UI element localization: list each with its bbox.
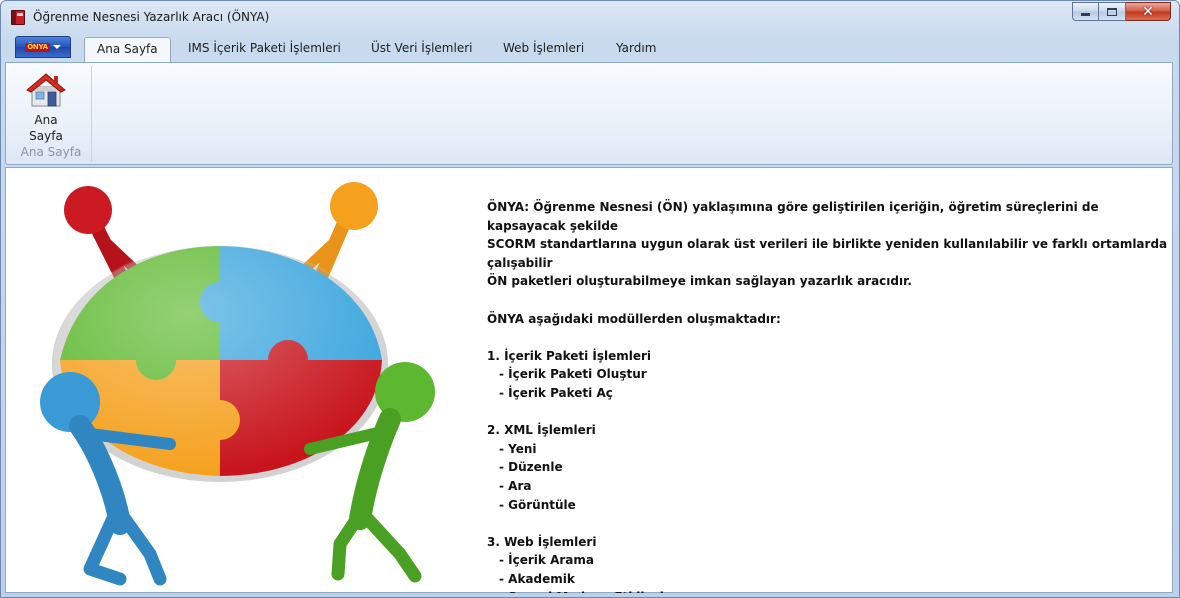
module-title: 3. Web İşlemleri — [487, 534, 597, 549]
module-item: - İçerik Arama — [499, 553, 594, 568]
intro-line-3: ÖN paketleri oluşturabilmeye imkan sağla… — [487, 274, 912, 289]
maximize-button[interactable] — [1099, 2, 1126, 21]
module-item: - Yeni — [499, 441, 537, 456]
window-controls: ✕ — [1072, 2, 1171, 22]
home-label-line1: Ana — [34, 113, 58, 127]
close-icon: ✕ — [1142, 3, 1154, 20]
main-content: ÖNYA: Öğrenme Nesnesi (ÖN) yaklaşımına g… — [5, 167, 1173, 597]
intro-line-1: ÖNYA: Öğrenme Nesnesi (ÖN) yaklaşımına g… — [487, 200, 1099, 233]
house-icon — [26, 73, 66, 107]
close-button[interactable]: ✕ — [1126, 2, 1171, 21]
application-menu-button[interactable]: ÖNYA — [15, 36, 71, 58]
module-item: - Akademik — [499, 571, 575, 586]
module-title: 2. XML İşlemleri — [487, 423, 596, 438]
module-item: - İçerik Paketi Oluştur — [499, 367, 647, 382]
home-button[interactable]: Ana Sayfa — [12, 68, 80, 150]
minimize-button[interactable] — [1072, 2, 1099, 21]
minimize-icon — [1081, 13, 1090, 16]
app-window: Öğrenme Nesnesi Yazarlık Aracı (ÖNYA) ✕ … — [0, 0, 1180, 598]
maximize-icon — [1107, 7, 1117, 16]
module-item: - Düzenle — [499, 460, 563, 475]
ribbon-panel: Ana Sayfa Ana Sayfa — [5, 62, 1173, 165]
module-item: - Görüntüle — [499, 497, 576, 512]
puzzle-team-illustration — [40, 182, 435, 586]
tab-ust-veri[interactable]: Üst Veri İşlemleri — [359, 37, 484, 62]
module-title: 1. İçerik Paketi İşlemleri — [487, 348, 652, 363]
ribbon-tab-row: ÖNYA Ana Sayfa IMS İçerik Paketi İşlemle… — [1, 33, 1179, 62]
tab-yardim[interactable]: Yardım — [604, 37, 668, 62]
home-label-line2: Sayfa — [29, 129, 63, 143]
window-bottom-border — [5, 593, 1173, 597]
window-title: Öğrenme Nesnesi Yazarlık Aracı (ÖNYA) — [33, 10, 270, 24]
description-text: ÖNYA: Öğrenme Nesnesi (ÖN) yaklaşımına g… — [487, 198, 1172, 597]
chevron-down-icon — [52, 45, 61, 49]
ribbon-group-ana-sayfa: Ana Sayfa Ana Sayfa — [10, 66, 92, 162]
tab-ims-icerik-paketi[interactable]: IMS İçerik Paketi İşlemleri — [176, 37, 353, 62]
module-item: - Ara — [499, 478, 532, 493]
modules-heading: ÖNYA aşağıdaki modüllerden oluşmaktadır: — [487, 311, 781, 326]
title-bar[interactable]: Öğrenme Nesnesi Yazarlık Aracı (ÖNYA) ✕ — [1, 1, 1179, 33]
app-book-icon[interactable] — [11, 10, 25, 25]
app-menu-logo: ÖNYA — [25, 42, 50, 52]
tab-ana-sayfa[interactable]: Ana Sayfa — [84, 37, 171, 62]
home-button-label: Ana Sayfa — [12, 112, 80, 144]
tab-web-islemleri[interactable]: Web İşlemleri — [491, 37, 596, 62]
module-item: - İçerik Paketi Aç — [499, 385, 613, 400]
intro-line-2: SCORM standartlarına uygun olarak üst ve… — [487, 237, 1168, 270]
ribbon-group-label: Ana Sayfa — [20, 145, 82, 159]
